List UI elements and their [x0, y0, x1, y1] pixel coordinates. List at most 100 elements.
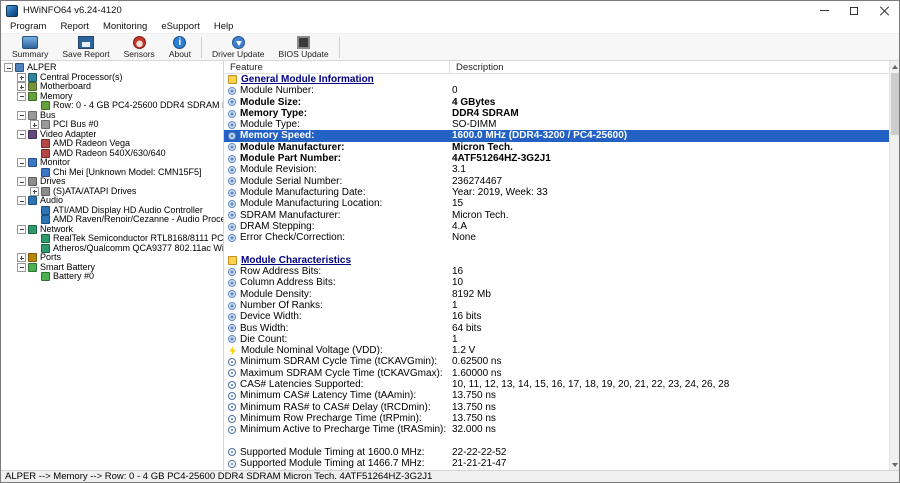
scrollbar-track[interactable]	[890, 135, 899, 459]
expand-toggle-icon[interactable]	[17, 253, 26, 263]
table-row[interactable]: Module Serial Number: 236274467	[224, 176, 889, 187]
title-bar[interactable]: HWiNFO64 v6.24-4120	[1, 1, 899, 20]
table-row[interactable]: Row Address Bits: 16	[224, 266, 889, 277]
collapse-toggle-icon[interactable]	[17, 224, 26, 234]
scroll-up-button[interactable]	[890, 61, 900, 72]
expand-toggle-icon[interactable]	[30, 120, 39, 130]
collapse-toggle-icon[interactable]	[17, 110, 26, 120]
expand-toggle-icon[interactable]	[17, 72, 26, 82]
tree-item[interactable]: AMD Radeon Vega	[1, 139, 223, 149]
tree-item[interactable]: Monitor	[1, 158, 223, 168]
table-row[interactable]: Module Part Number: 4ATF51264HZ-3G2J1	[224, 153, 889, 164]
table-header: Feature Description	[224, 61, 889, 74]
monitor-icon	[28, 158, 37, 168]
table-row[interactable]: Module Type: SO-DIMM	[224, 119, 889, 130]
tree-item[interactable]: Chi Mei [Unknown Model: CMN15F5]	[1, 168, 223, 178]
collapse-toggle-icon[interactable]	[17, 158, 26, 168]
maximize-button[interactable]	[839, 1, 869, 20]
tree-item[interactable]: PCI Bus #0	[1, 120, 223, 130]
tree-item[interactable]: RealTek Semiconductor RTL8168/8111 PCI-E…	[1, 234, 223, 244]
table-row[interactable]: Supported Module Timing at 1600.0 MHz: 22…	[224, 447, 889, 458]
collapse-toggle-icon[interactable]	[17, 91, 26, 101]
table-row[interactable]: SDRAM Manufacturer: Micron Tech.	[224, 210, 889, 221]
table-row[interactable]: Device Width: 16 bits	[224, 311, 889, 322]
tree-item[interactable]: Bus	[1, 111, 223, 121]
tree-item[interactable]: Atheros/Qualcomm QCA9377 802.11ac Wirele…	[1, 244, 223, 254]
menu-item-report[interactable]: Report	[53, 20, 96, 34]
close-button[interactable]	[869, 1, 899, 20]
save-report-button[interactable]: Save Report	[55, 35, 116, 60]
scrollbar-thumb[interactable]	[890, 73, 899, 135]
table-row[interactable]: Module Manufacturer: Micron Tech.	[224, 142, 889, 153]
tree-item[interactable]: ALPER	[1, 63, 223, 73]
tree-item[interactable]: AMD Raven/Renoir/Cezanne - Audio Process…	[1, 215, 223, 225]
tree-item[interactable]: Video Adapter	[1, 130, 223, 140]
collapse-toggle-icon[interactable]	[17, 177, 26, 187]
about-button[interactable]: About	[162, 35, 198, 60]
main-area: ALPER Central Processor(s) Motherboard Memo…	[1, 61, 899, 470]
table-row[interactable]: Minimum RAS# to CAS# Delay (tRCDmin): 13.…	[224, 402, 889, 413]
table-row[interactable]: Maximum SDRAM Cycle Time (tCKAVGmax): 1.6…	[224, 368, 889, 379]
tree-item[interactable]: Row: 0 - 4 GB PC4-25600 DDR4 SDRAM Micro…	[1, 101, 223, 111]
table-row[interactable]: Minimum CAS# Latency Time (tAAmin): 13.75…	[224, 390, 889, 401]
info-icon	[228, 301, 236, 310]
tree-item[interactable]: Smart Battery	[1, 263, 223, 273]
table-row[interactable]: DRAM Stepping: 4.A	[224, 221, 889, 232]
tree-item[interactable]: ATI/AMD Display HD Audio Controller	[1, 206, 223, 216]
tree-item[interactable]: AMD Radeon 540X/630/640	[1, 149, 223, 159]
bios-update-button[interactable]: BIOS Update	[271, 35, 335, 60]
table-row[interactable]: Module Density: 8192 Mb	[224, 289, 889, 300]
sensors-button[interactable]: Sensors	[117, 35, 162, 60]
table-row[interactable]: Module Number: 0	[224, 85, 889, 96]
table-row[interactable]: Memory Speed: 1600.0 MHz (DDR4-3200 / PC4…	[224, 130, 889, 142]
driver-update-button[interactable]: Driver Update	[205, 35, 271, 60]
table-row[interactable]: Minimum Row Precharge Time (tRPmin): 13.7…	[224, 413, 889, 424]
tree-item[interactable]: Central Processor(s)	[1, 73, 223, 83]
table-row[interactable]: Memory Type: DDR4 SDRAM	[224, 108, 889, 119]
table-row[interactable]: Module Nominal Voltage (VDD): 1.2 V	[224, 345, 889, 356]
tree-item[interactable]: Drives	[1, 177, 223, 187]
column-header-feature[interactable]: Feature	[224, 61, 450, 73]
collapse-toggle-icon[interactable]	[17, 196, 26, 206]
table-row[interactable]: Die Count: 1	[224, 334, 889, 345]
collapse-toggle-icon[interactable]	[4, 63, 13, 73]
section-row[interactable]: Module Characteristics	[224, 255, 889, 266]
section-row[interactable]: General Module Information	[224, 74, 889, 85]
tree-item[interactable]: Audio	[1, 196, 223, 206]
tree-item[interactable]: Motherboard	[1, 82, 223, 92]
feature-cell: Number Of Ranks:	[224, 300, 450, 311]
tree-item[interactable]: Battery #0	[1, 272, 223, 282]
table-row[interactable]: Column Address Bits: 10	[224, 277, 889, 288]
table-row[interactable]: Module Revision: 3.1	[224, 164, 889, 175]
minimize-button[interactable]	[809, 1, 839, 20]
tree-item[interactable]: Memory	[1, 92, 223, 102]
column-header-description[interactable]: Description	[450, 61, 889, 73]
menu-item-program[interactable]: Program	[3, 20, 53, 34]
table-row[interactable]: Bus Width: 64 bits	[224, 323, 889, 334]
summary-button[interactable]: Summary	[5, 35, 55, 60]
tree-item[interactable]: Ports	[1, 253, 223, 263]
table-row[interactable]: CAS# Latencies Supported: 10, 11, 12, 13,…	[224, 379, 889, 390]
collapse-toggle-icon[interactable]	[17, 262, 26, 272]
table-row[interactable]: Number Of Ranks: 1	[224, 300, 889, 311]
description-cell: 13.750 ns	[452, 412, 496, 424]
tree-item[interactable]: (S)ATA/ATAPI Drives	[1, 187, 223, 197]
vertical-scrollbar[interactable]	[889, 61, 899, 470]
expand-toggle-icon[interactable]	[30, 186, 39, 196]
scroll-down-icon	[891, 462, 898, 467]
toolbar-separator	[338, 37, 340, 58]
table-row[interactable]: Module Manufacturing Date: Year: 2019, We…	[224, 187, 889, 198]
menu-item-monitoring[interactable]: Monitoring	[96, 20, 154, 34]
menu-item-help[interactable]: Help	[207, 20, 241, 34]
collapse-toggle-icon[interactable]	[17, 129, 26, 139]
table-row[interactable]: Module Size: 4 GBytes	[224, 97, 889, 108]
menu-item-esupport[interactable]: eSupport	[154, 20, 207, 34]
table-row[interactable]: Minimum Active to Precharge Time (tRASmi…	[224, 424, 889, 435]
tree-item[interactable]: Network	[1, 225, 223, 235]
scroll-down-button[interactable]	[890, 459, 900, 470]
expand-toggle-icon[interactable]	[17, 82, 26, 92]
table-row[interactable]: Module Manufacturing Location: 15	[224, 198, 889, 209]
table-row[interactable]: Supported Module Timing at 1466.7 MHz: 21…	[224, 458, 889, 469]
table-row[interactable]: Minimum SDRAM Cycle Time (tCKAVGmin): 0.6…	[224, 356, 889, 367]
table-row[interactable]: Error Check/Correction: None	[224, 232, 889, 243]
